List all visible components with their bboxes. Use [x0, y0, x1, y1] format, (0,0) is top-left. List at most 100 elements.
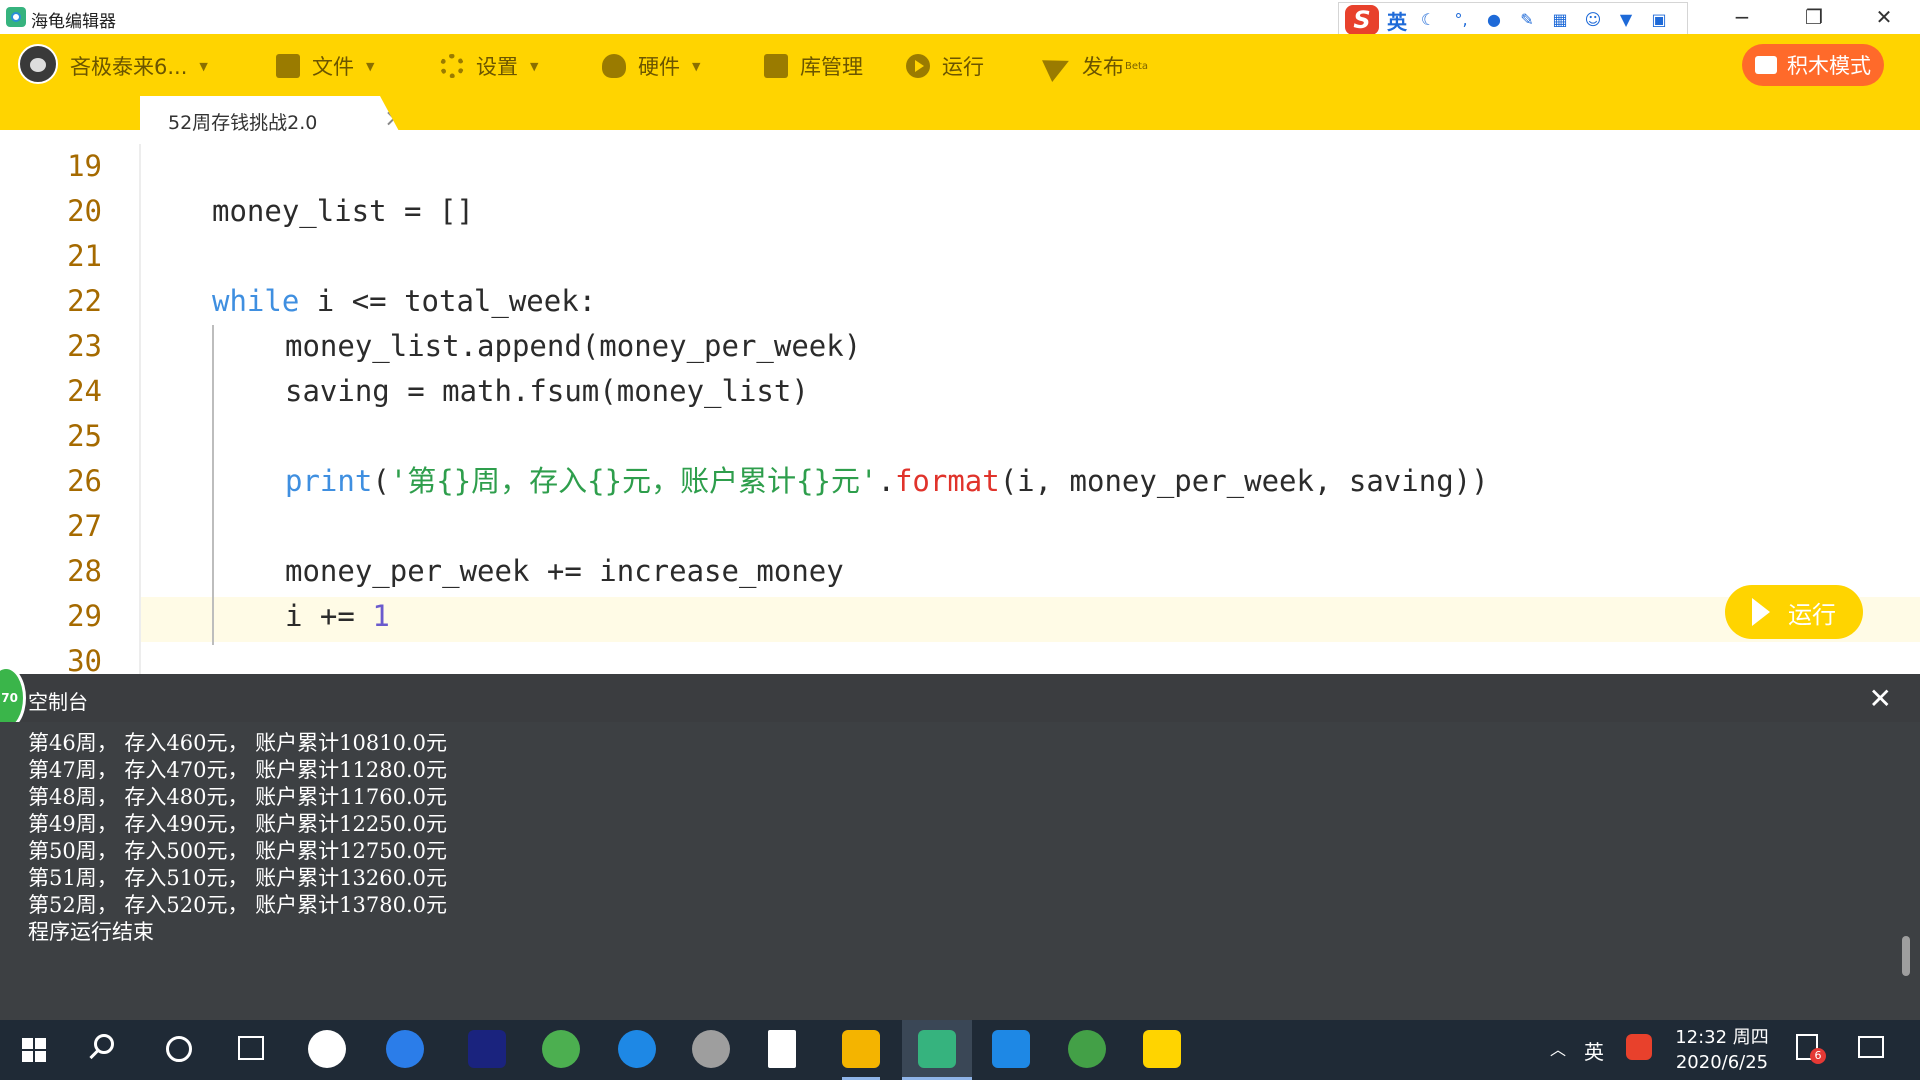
code-text: saving = math.fsum(money_list) — [285, 374, 809, 408]
users-icon[interactable]: ☺ — [1581, 11, 1605, 29]
clock-time: 12:32 周四 — [1675, 1027, 1769, 1048]
restore-button[interactable]: ❐ — [1778, 0, 1850, 34]
code-editor[interactable]: 19 20 money_list = [] 21 22 while i <= t… — [0, 144, 1920, 674]
cortana-icon[interactable] — [166, 1036, 192, 1062]
console-line: 第48周， 存入480元， 账户累计11760.0元 — [28, 785, 447, 809]
ie-browser-icon[interactable] — [386, 1030, 424, 1068]
moon-icon[interactable]: ☾ — [1416, 11, 1440, 29]
dot: . — [877, 464, 895, 498]
console-line: 第46周， 存入460元， 账户累计10810.0元 — [28, 731, 447, 755]
code-line: 26 print('第{}周，存入{}元，账户累计{}元'.format(i, … — [0, 459, 1920, 504]
builtin-print: print — [285, 464, 373, 498]
console-line: 第47周， 存入470元， 账户累计11280.0元 — [28, 758, 447, 782]
app-2-0-icon[interactable] — [468, 1030, 506, 1068]
line-number: 29 — [67, 599, 102, 633]
tray-language[interactable]: 英 — [1584, 1036, 1604, 1065]
title-bar: 海龟编辑器 S 英 ☾ °, ● ✎ ▦ ☺ ▼ ▣ − ❐ ✕ — [0, 0, 1920, 38]
microphone-icon[interactable]: ● — [1482, 11, 1506, 29]
run-button-label: 运行 — [1788, 600, 1836, 629]
notification-icon[interactable] — [1858, 1036, 1884, 1058]
console-line: 第49周， 存入490元， 账户累计12250.0元 — [28, 812, 447, 836]
pinwheel-app-icon[interactable] — [308, 1030, 346, 1068]
line-number: 20 — [67, 194, 102, 228]
hardware-menu[interactable]: 硬件 ▼ — [602, 50, 700, 82]
notes-app-icon[interactable] — [992, 1030, 1030, 1068]
code-text: print('第{}周，存入{}元，账户累计{}元'.format(i, mon… — [285, 459, 1489, 504]
chevron-down-icon: ▼ — [199, 59, 208, 73]
turtle-editor-icon[interactable] — [918, 1030, 956, 1068]
code-text: money_list = [] — [212, 194, 474, 228]
minimize-button[interactable]: − — [1706, 0, 1778, 34]
chevron-down-icon: ▼ — [692, 59, 701, 73]
keyboard-icon[interactable]: ▦ — [1548, 11, 1572, 29]
line-number: 26 — [67, 464, 102, 498]
ime-language[interactable]: 英 — [1387, 6, 1407, 35]
console-line: 程序运行结束 — [28, 920, 154, 944]
run-button[interactable]: 运行 — [1725, 585, 1863, 639]
notification-count: 6 — [1810, 1048, 1826, 1064]
publish-menu-label: 发布 — [1082, 55, 1124, 79]
paren: ( — [372, 464, 390, 498]
windows-start-icon[interactable] — [22, 1038, 46, 1062]
line-number: 24 — [67, 374, 102, 408]
settings-menu[interactable]: 设置 ▼ — [440, 50, 538, 82]
code-line: 28 money_per_week += increase_money — [0, 549, 1920, 594]
user-name: 吝极泰来6... — [70, 55, 188, 79]
ime-toolbar[interactable]: S 英 ☾ °, ● ✎ ▦ ☺ ▼ ▣ — [1338, 2, 1688, 38]
line-number: 23 — [67, 329, 102, 363]
file-menu[interactable]: 文件 ▼ — [276, 50, 374, 82]
go-game-icon[interactable] — [692, 1030, 730, 1068]
shirt-icon[interactable]: ▼ — [1614, 11, 1638, 29]
line-number: 27 — [67, 509, 102, 543]
code-text: i += 1 — [285, 594, 390, 639]
hardware-icon — [602, 54, 626, 78]
code-text: while i <= total_week: — [212, 279, 596, 324]
browser-360-icon[interactable] — [542, 1030, 580, 1068]
clock[interactable]: 12:32 周四 2020/6/25 — [1662, 1025, 1782, 1075]
punctuation-icon[interactable]: °, — [1449, 11, 1473, 29]
task-view-icon[interactable] — [238, 1036, 264, 1060]
grid-icon[interactable]: ▣ — [1647, 11, 1671, 29]
code-line: 23 money_list.append(money_per_week) — [0, 324, 1920, 369]
document-icon[interactable] — [768, 1030, 796, 1068]
code-line: 30 — [0, 639, 1920, 674]
close-icon[interactable]: ✕ — [1869, 682, 1892, 715]
tray-chevron-up-icon[interactable]: ︿ — [1550, 1036, 1566, 1060]
block-mode-button[interactable]: 积木模式 — [1742, 44, 1884, 86]
file-explorer-icon[interactable] — [842, 1030, 880, 1068]
code-text: money_per_week += increase_money — [285, 554, 844, 588]
settings-menu-label: 设置 — [476, 55, 518, 79]
search-icon[interactable] — [94, 1034, 114, 1054]
pen-icon[interactable]: ✎ — [1515, 11, 1539, 29]
user-avatar[interactable] — [18, 44, 58, 84]
sogou-logo-icon[interactable]: S — [1345, 5, 1379, 35]
console-line: 第51周， 存入510元， 账户累计13260.0元 — [28, 866, 447, 890]
block-mode-label: 积木模式 — [1787, 54, 1871, 78]
hardware-menu-label: 硬件 — [638, 55, 680, 79]
library-menu[interactable]: 库管理 — [764, 50, 863, 82]
file-tab[interactable]: 52周存钱挑战2.0 × — [140, 96, 406, 144]
code-line: 21 — [0, 234, 1920, 279]
app-icon — [6, 7, 26, 27]
file-menu-label: 文件 — [312, 55, 354, 79]
run-menu[interactable]: 运行 — [906, 50, 984, 82]
console-line: 第50周， 存入500元， 账户累计12750.0元 — [28, 839, 447, 863]
console-scrollbar[interactable] — [1902, 936, 1910, 976]
clock-date: 2020/6/25 — [1675, 1052, 1769, 1073]
play-icon — [906, 54, 930, 78]
method-format: format — [894, 464, 1000, 498]
console-line: 第52周， 存入520元， 账户累计13780.0元 — [28, 893, 447, 917]
yellow-app-icon[interactable] — [1143, 1030, 1181, 1068]
line-number: 28 — [67, 554, 102, 588]
code-rest: i += — [285, 599, 373, 633]
close-window-button[interactable]: ✕ — [1848, 0, 1920, 34]
blocks-icon — [1755, 56, 1777, 74]
user-menu[interactable]: 吝极泰来6... ▼ — [70, 50, 208, 82]
sogou-tray-icon[interactable] — [1626, 1034, 1652, 1060]
beta-badge: Beta — [1125, 60, 1149, 72]
wechat-icon[interactable] — [1068, 1030, 1106, 1068]
console-output[interactable]: 第46周， 存入460元， 账户累计10810.0元 第47周， 存入470元，… — [0, 722, 1920, 1020]
edge-browser-icon[interactable] — [618, 1030, 656, 1068]
code-text: money_list.append(money_per_week) — [285, 329, 862, 363]
publish-menu[interactable]: 发布 Beta — [1042, 50, 1149, 82]
